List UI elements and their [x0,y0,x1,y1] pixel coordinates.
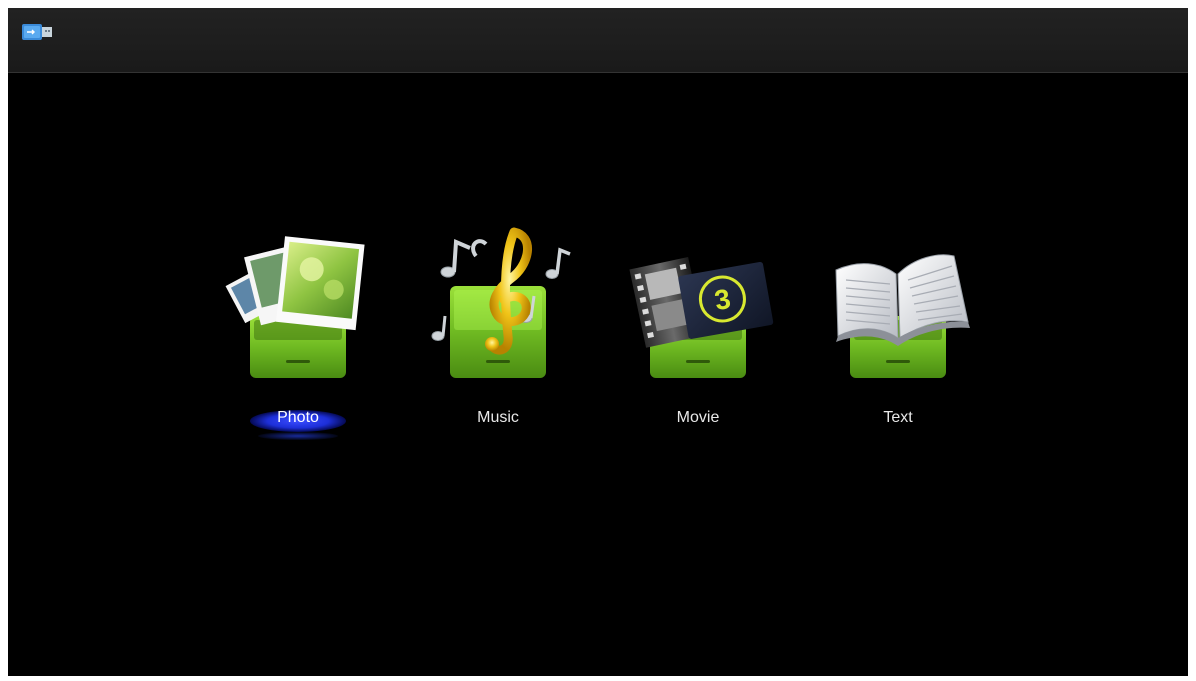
menu-item-photo[interactable]: Photo [218,226,378,446]
music-icon [431,227,571,378]
menu-item-text[interactable]: Text [818,226,978,446]
menu-item-movie[interactable]: 3 Movie [618,226,778,446]
media-category-menu: Photo Music 3 Movie Text [8,8,1188,676]
menu-label-photo: Photo [277,409,319,426]
menu-label-movie: Movie [676,409,720,426]
menu-label-text: Text [883,409,913,426]
media-player-screen: Photo Music 3 Movie Text [8,8,1188,676]
selection-glow [258,432,338,440]
menu-item-music[interactable]: Music [418,226,578,446]
menu-label-music: Music [477,409,519,426]
movie-icon: 3 [629,257,774,378]
text-icon [835,254,970,378]
photo-icon [225,236,365,378]
